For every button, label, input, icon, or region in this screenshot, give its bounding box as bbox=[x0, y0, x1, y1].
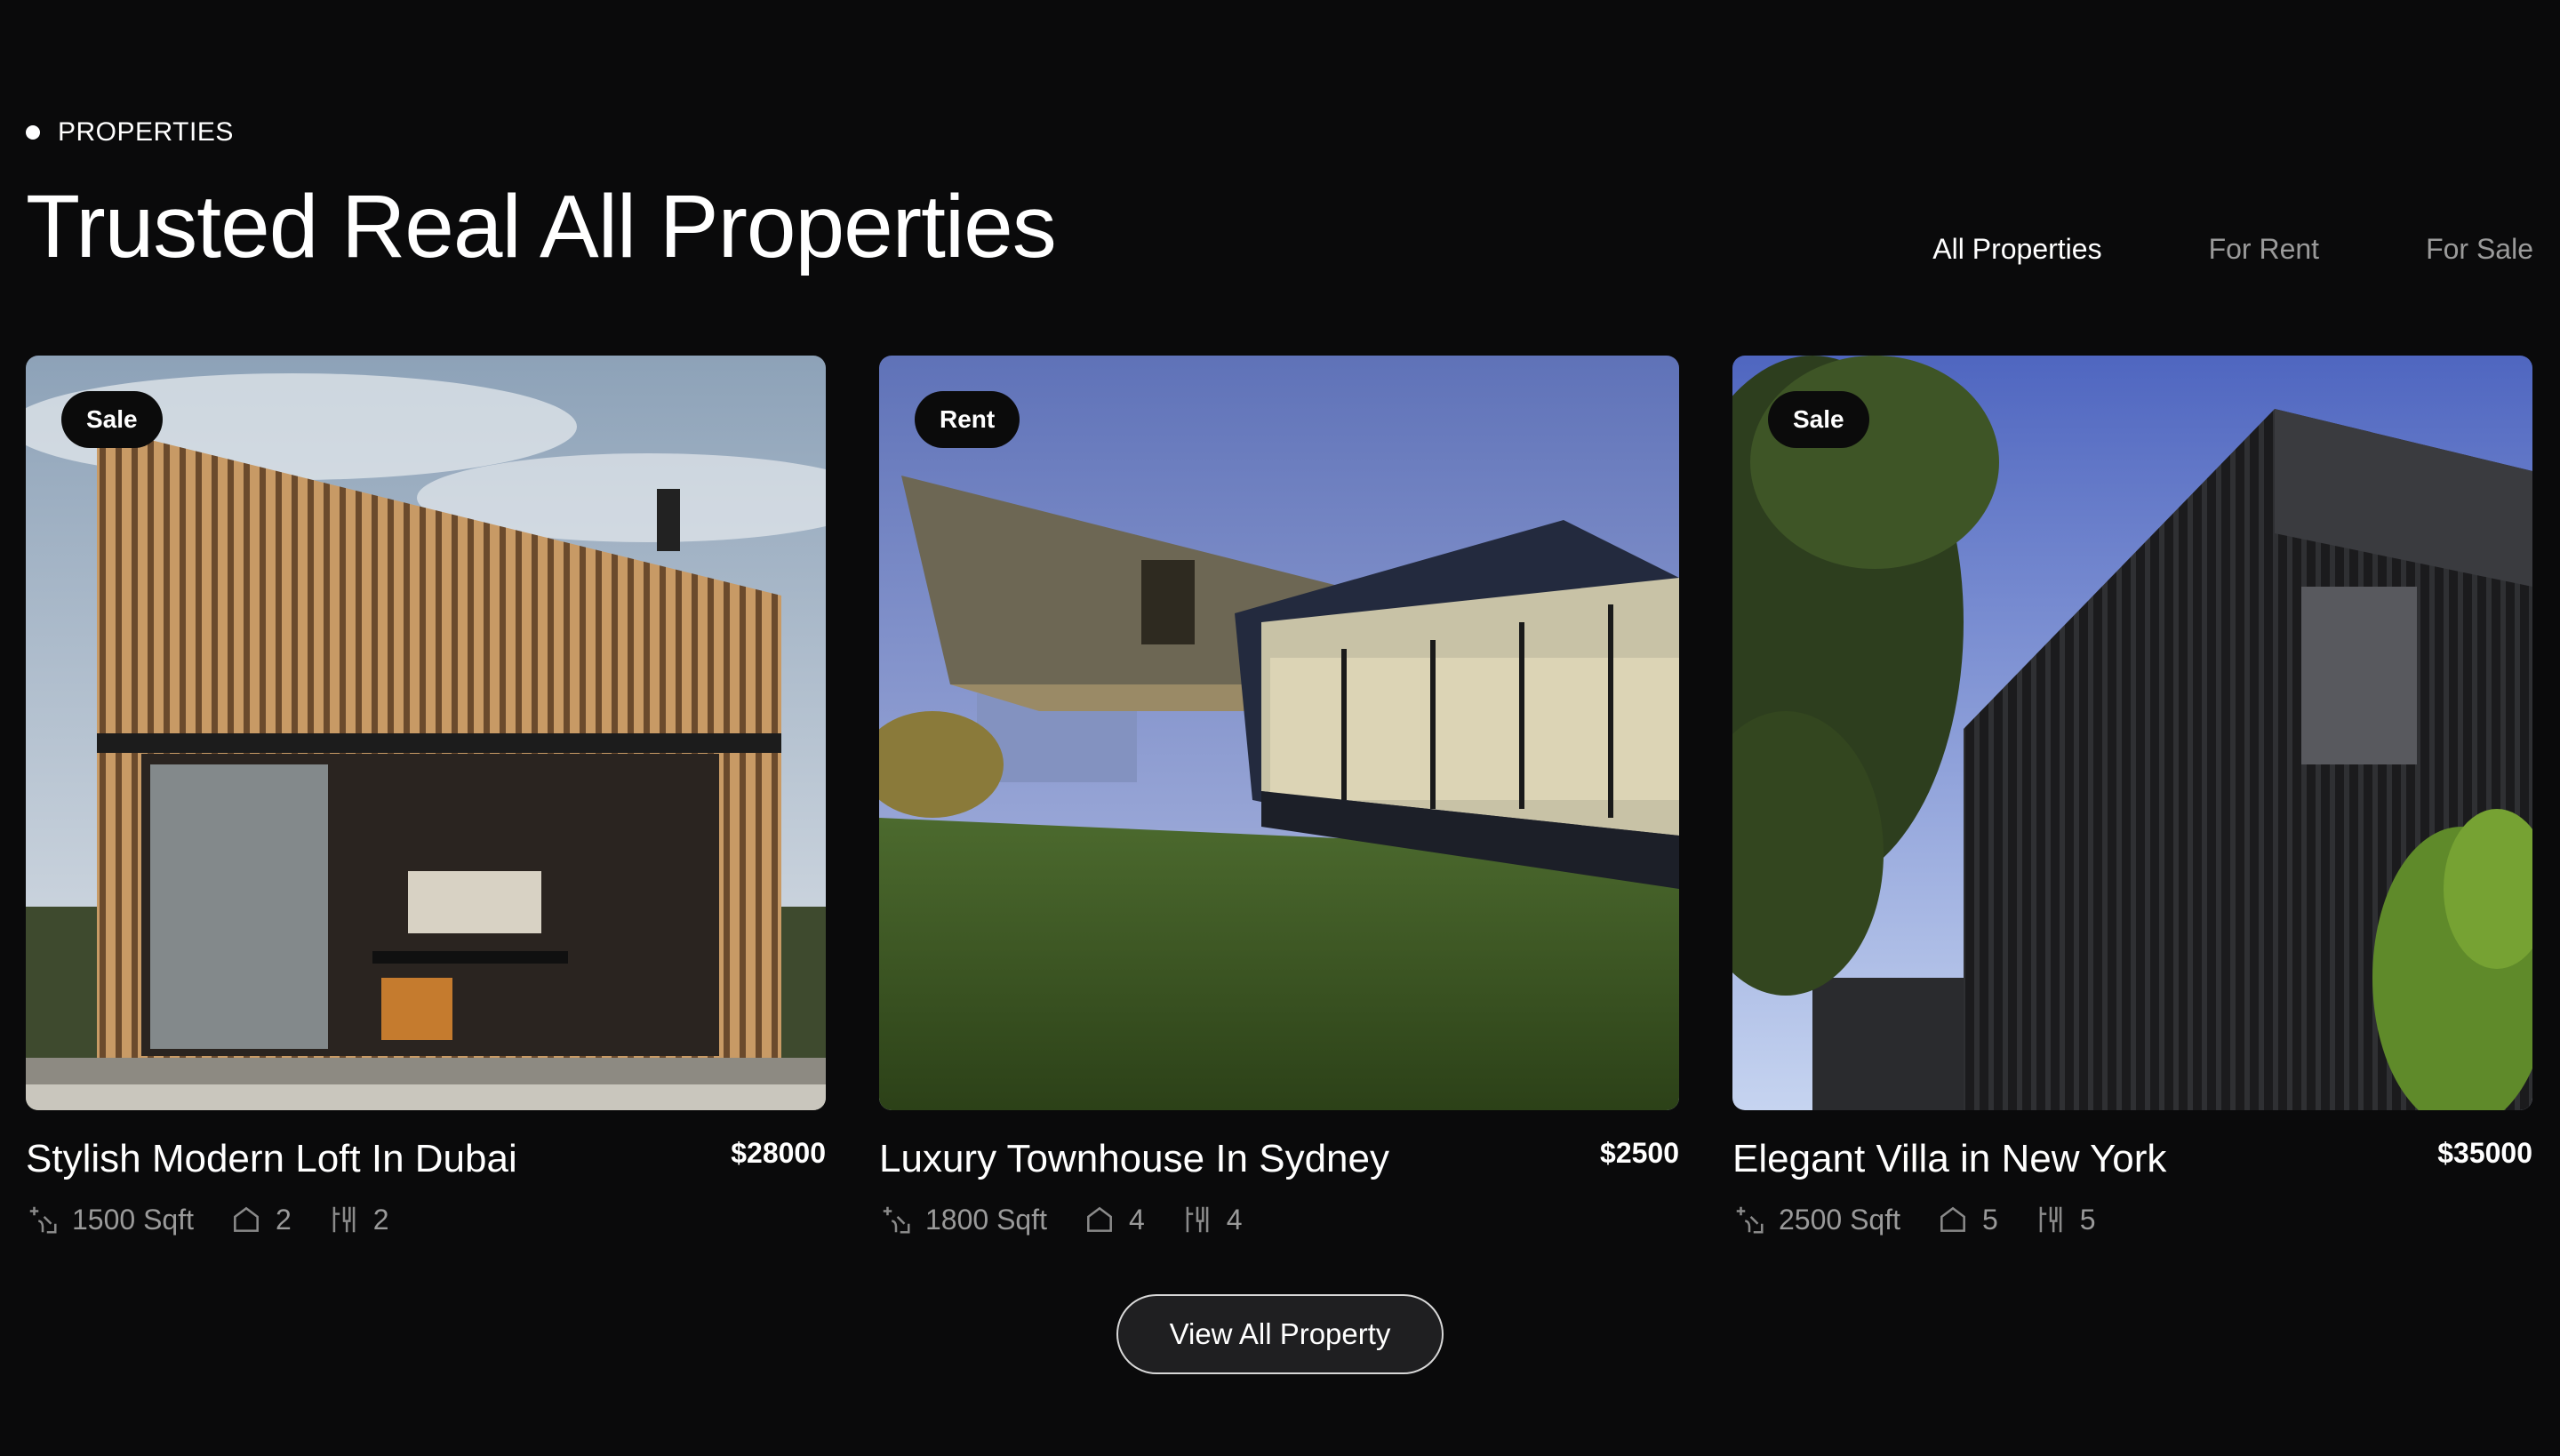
beds-info: 2 bbox=[229, 1203, 292, 1236]
property-photo[interactable]: Rent bbox=[879, 356, 1679, 1110]
property-title[interactable]: Stylish Modern Loft In Dubai bbox=[26, 1137, 517, 1181]
property-card[interactable]: Rent Luxury Townhouse In Sydney $2500 18… bbox=[879, 356, 1679, 1236]
area-value: 1800 Sqft bbox=[925, 1203, 1047, 1236]
properties-section: PROPERTIES Trusted Real All Properties A… bbox=[0, 0, 2560, 1456]
bath-icon bbox=[2039, 1206, 2062, 1233]
property-card[interactable]: Sale Elegant Villa in New York $35000 25… bbox=[1732, 356, 2532, 1236]
bed-icon bbox=[234, 1206, 259, 1232]
property-title[interactable]: Luxury Townhouse In Sydney bbox=[879, 1137, 1389, 1181]
baths-info: 5 bbox=[2034, 1203, 2096, 1236]
baths-value: 5 bbox=[2079, 1203, 2096, 1236]
wooden-loft-photo bbox=[26, 356, 826, 1110]
tab-for-sale[interactable]: For Sale bbox=[2426, 233, 2533, 266]
bed-icon bbox=[1087, 1206, 1112, 1232]
property-filter-tabs: All Properties For Rent For Sale bbox=[1932, 233, 2533, 266]
property-price: $28000 bbox=[731, 1137, 826, 1169]
cantilever-house-photo bbox=[879, 356, 1679, 1110]
property-meta: 2500 Sqft 5 5 bbox=[1732, 1203, 2532, 1236]
property-price: $2500 bbox=[1600, 1137, 1679, 1169]
area-info: 1500 Sqft bbox=[26, 1203, 194, 1236]
bath-icon bbox=[1186, 1206, 1209, 1233]
property-photo[interactable]: Sale bbox=[1732, 356, 2532, 1110]
property-card[interactable]: Sale Stylish Modern Loft In Dubai $28000… bbox=[26, 356, 826, 1236]
area-info: 2500 Sqft bbox=[1732, 1203, 1900, 1236]
baths-value: 4 bbox=[1226, 1203, 1243, 1236]
bed-icon bbox=[1940, 1206, 1965, 1232]
baths-info: 4 bbox=[1180, 1203, 1243, 1236]
property-cards: Sale Stylish Modern Loft In Dubai $28000… bbox=[26, 356, 2532, 1236]
area-icon bbox=[883, 1206, 910, 1234]
property-meta: 1500 Sqft 2 2 bbox=[26, 1203, 826, 1236]
property-meta: 1800 Sqft 4 4 bbox=[879, 1203, 1679, 1236]
property-title[interactable]: Elegant Villa in New York bbox=[1732, 1137, 2166, 1181]
property-photo[interactable]: Sale bbox=[26, 356, 826, 1110]
area-info: 1800 Sqft bbox=[879, 1203, 1047, 1236]
section-eyebrow: PROPERTIES bbox=[26, 117, 234, 148]
area-value: 1500 Sqft bbox=[72, 1203, 194, 1236]
tab-for-rent[interactable]: For Rent bbox=[2209, 233, 2319, 266]
baths-info: 2 bbox=[327, 1203, 389, 1236]
beds-info: 4 bbox=[1083, 1203, 1145, 1236]
beds-info: 5 bbox=[1936, 1203, 1998, 1236]
view-all-property-button[interactable]: View All Property bbox=[1116, 1294, 1444, 1374]
beds-value: 4 bbox=[1129, 1203, 1145, 1236]
area-value: 2500 Sqft bbox=[1779, 1203, 1900, 1236]
bullet-dot-icon bbox=[26, 125, 40, 140]
listing-type-badge: Sale bbox=[1768, 391, 1869, 448]
eyebrow-label: PROPERTIES bbox=[58, 117, 234, 147]
section-heading: Trusted Real All Properties bbox=[26, 177, 1057, 276]
tab-all-properties[interactable]: All Properties bbox=[1932, 233, 2101, 266]
beds-value: 2 bbox=[276, 1203, 292, 1236]
area-icon bbox=[29, 1206, 57, 1234]
bath-icon bbox=[332, 1206, 356, 1233]
dark-villa-photo bbox=[1732, 356, 2532, 1110]
listing-type-badge: Sale bbox=[61, 391, 163, 448]
property-price: $35000 bbox=[2437, 1137, 2532, 1169]
area-icon bbox=[1736, 1206, 1764, 1234]
beds-value: 5 bbox=[1982, 1203, 1998, 1236]
listing-type-badge: Rent bbox=[915, 391, 1020, 448]
baths-value: 2 bbox=[372, 1203, 389, 1236]
